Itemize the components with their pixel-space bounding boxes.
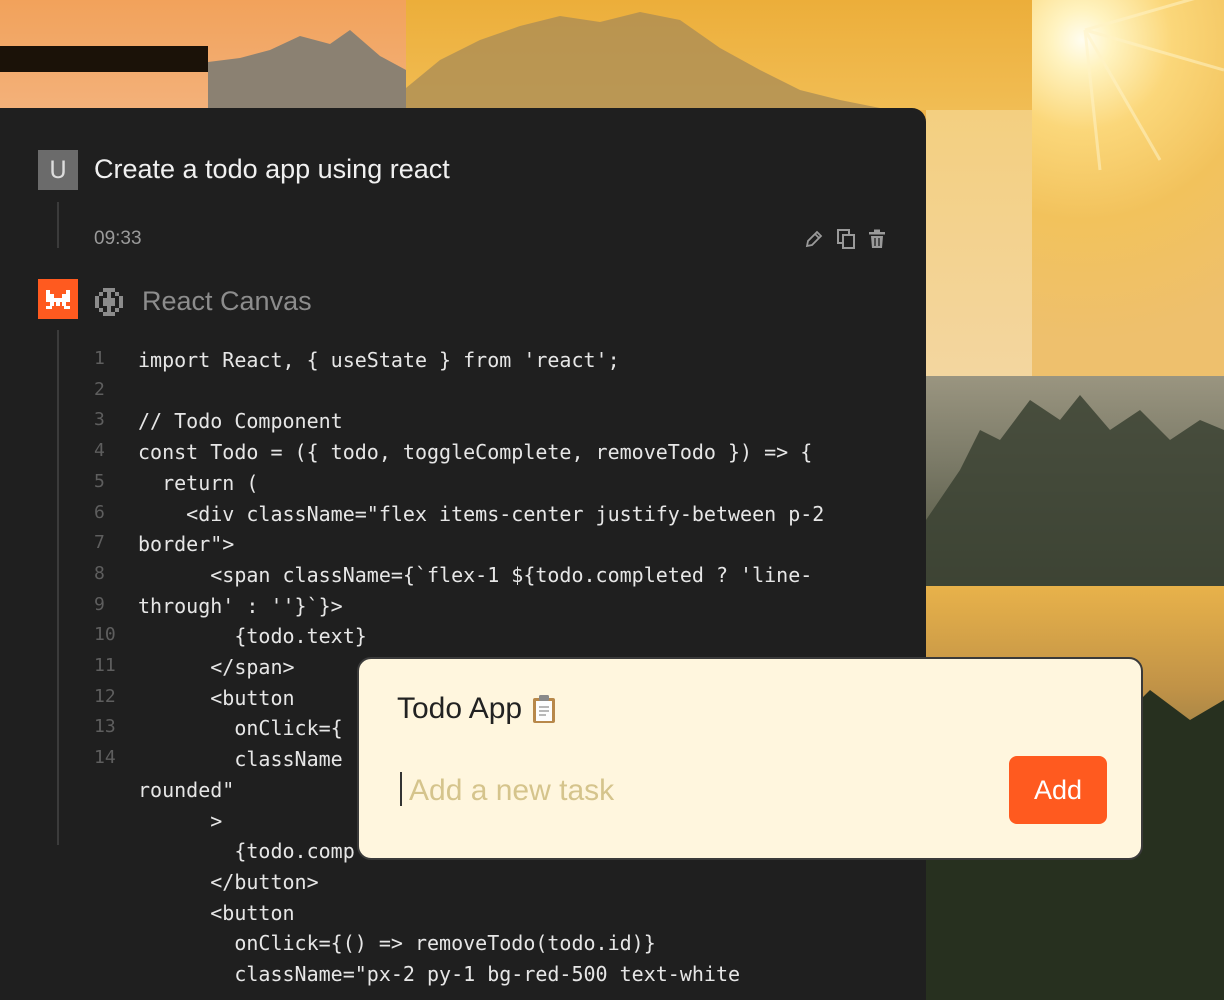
add-task-button[interactable]: Add	[1009, 756, 1107, 824]
code-text: through' : ''}`}>	[138, 593, 343, 618]
todo-app-title: Todo App	[397, 691, 556, 726]
line-number: 4	[94, 440, 105, 462]
code-text: <div className="flex items-center justif…	[138, 501, 825, 526]
line-number: 2	[94, 378, 105, 400]
code-text: onClick={	[138, 716, 343, 741]
code-text: </span>	[138, 655, 295, 679]
line-number: 1	[94, 348, 105, 369]
line-number: 9	[94, 593, 105, 615]
line-number: 6	[94, 501, 105, 523]
user-avatar: U	[38, 150, 78, 190]
code-text: border">	[138, 532, 235, 557]
code-text: onClick={() => removeTodo(todo.id)}	[138, 931, 656, 956]
assistant-avatar-icon	[38, 279, 78, 319]
line-number: 12	[94, 685, 116, 707]
code-text: return (	[138, 470, 259, 495]
line-number: 11	[94, 655, 116, 676]
line-number: 3	[94, 409, 105, 431]
edit-icon[interactable]	[803, 228, 825, 250]
todo-app-card: Todo App Add	[357, 657, 1143, 860]
react-canvas-label: React Canvas	[142, 286, 312, 316]
line-number: 14	[94, 747, 116, 769]
delete-icon[interactable]	[866, 228, 888, 250]
line-number: 13	[94, 716, 116, 738]
code-text: <span className={`flex-1 ${todo.complete…	[138, 562, 813, 587]
code-text: {todo.text}	[138, 624, 367, 649]
react-canvas-icon	[94, 287, 124, 317]
line-number: 5	[94, 470, 105, 492]
line-number: 10	[94, 624, 116, 646]
code-text: </button>	[138, 869, 319, 894]
code-text: <button	[138, 685, 295, 710]
line-number: 7	[94, 532, 105, 554]
clipboard-icon	[532, 694, 556, 724]
message-timestamp: 09:33	[94, 228, 142, 249]
user-message: Create a todo app using react	[94, 154, 450, 184]
code-text: const Todo = ({ todo, toggleComplete, re…	[138, 440, 813, 465]
todo-app-title-text: Todo App	[397, 692, 523, 726]
copy-icon[interactable]	[835, 228, 857, 250]
code-text: <button	[138, 900, 295, 925]
text-caret	[400, 772, 402, 806]
thread-line	[57, 202, 59, 248]
code-text: // Todo Component	[138, 409, 343, 434]
code-text: className	[138, 747, 343, 772]
thread-line	[57, 330, 59, 845]
code-text: rounded"	[138, 777, 235, 802]
code-text: {todo.comp	[138, 839, 355, 864]
new-task-input[interactable]	[399, 769, 969, 813]
code-text: className="px-2 py-1 bg-red-500 text-whi…	[138, 962, 741, 986]
code-text: >	[138, 808, 223, 833]
code-text: import React, { useState } from 'react';	[138, 348, 620, 372]
line-number: 8	[94, 562, 105, 584]
